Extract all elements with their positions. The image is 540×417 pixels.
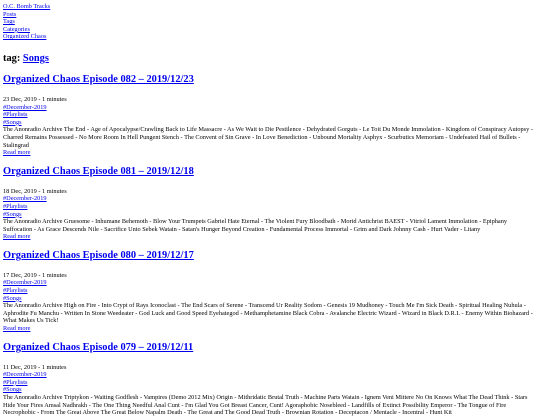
post-tag-link[interactable]: #Playlists <box>3 379 537 387</box>
post-summary: The Anonradio Archive High on Fire - Int… <box>3 302 533 325</box>
post-tag-link[interactable]: #December-2019 <box>3 104 537 112</box>
post-tag-link[interactable]: #Songs <box>3 386 537 394</box>
post-tags: #December-2019 #Playlists #Songs <box>3 371 537 394</box>
nav-link-home[interactable]: O.C. Bomb Tracks <box>3 3 537 11</box>
page: O.C. Bomb Tracks Posts Tags Categories O… <box>0 0 540 417</box>
page-title-tag-link[interactable]: Songs <box>23 53 49 64</box>
post-meta: 11 Dec, 2019 - 1 minutes <box>3 363 67 371</box>
post-title-link[interactable]: Organized Chaos Episode 082 – 2019/12/23 <box>3 74 194 85</box>
post-meta: 17 Dec, 2019 - 1 minutes <box>3 271 67 279</box>
read-more-link[interactable]: Read more <box>3 325 537 333</box>
post-tag-link[interactable]: #Songs <box>3 211 537 219</box>
post-item: Organized Chaos Episode 081 – 2019/12/18… <box>3 166 537 241</box>
nav-link-organized-chaos[interactable]: Organized Chaos <box>3 33 537 41</box>
post-tag-link[interactable]: #December-2019 <box>3 279 537 287</box>
post-title-link[interactable]: Organized Chaos Episode 080 – 2019/12/17 <box>3 250 194 261</box>
read-more-link[interactable]: Read more <box>3 149 537 157</box>
post-item: Organized Chaos Episode 082 – 2019/12/23… <box>3 74 537 157</box>
post-meta: 23 Dec, 2019 - 1 minutes <box>3 95 67 103</box>
post-tag-link[interactable]: #Playlists <box>3 203 537 211</box>
post-tag-link[interactable]: #December-2019 <box>3 195 537 203</box>
post-title-link[interactable]: Organized Chaos Episode 079 – 2019/12/11 <box>3 342 193 353</box>
post-title: Organized Chaos Episode 079 – 2019/12/11 <box>3 342 537 354</box>
post-tag-link[interactable]: #Playlists <box>3 111 537 119</box>
post-summary: The Anonradio Archive Triptykon - Waitin… <box>3 394 528 417</box>
read-more-link[interactable]: Read more <box>3 233 537 241</box>
nav-link-posts[interactable]: Posts <box>3 11 537 19</box>
post-title: Organized Chaos Episode 080 – 2019/12/17 <box>3 250 537 262</box>
post-tag-link[interactable]: #Songs <box>3 295 537 303</box>
post-tags: #December-2019 #Playlists #Songs <box>3 104 537 127</box>
post-tag-link[interactable]: #Songs <box>3 119 537 127</box>
post-tag-link[interactable]: #Playlists <box>3 287 537 295</box>
post-summary: The Anonradio Archive The End - Age of A… <box>3 126 533 149</box>
post-tags: #December-2019 #Playlists #Songs <box>3 195 537 218</box>
page-title: tag: Songs <box>3 53 537 65</box>
post-item: Organized Chaos Episode 079 – 2019/12/11… <box>3 342 537 417</box>
post-item: Organized Chaos Episode 080 – 2019/12/17… <box>3 250 537 333</box>
post-tags: #December-2019 #Playlists #Songs <box>3 279 537 302</box>
post-title: Organized Chaos Episode 082 – 2019/12/23 <box>3 74 537 86</box>
page-title-prefix: tag: <box>3 52 23 64</box>
post-tag-link[interactable]: #December-2019 <box>3 371 537 379</box>
post-summary: The Anonradio Archive Gruesome - Inhuman… <box>3 218 508 233</box>
site-nav: O.C. Bomb Tracks Posts Tags Categories O… <box>3 3 537 41</box>
nav-link-tags[interactable]: Tags <box>3 18 537 26</box>
post-title: Organized Chaos Episode 081 – 2019/12/18 <box>3 166 537 178</box>
post-title-link[interactable]: Organized Chaos Episode 081 – 2019/12/18 <box>3 166 194 177</box>
nav-link-categories[interactable]: Categories <box>3 26 537 34</box>
post-meta: 18 Dec, 2019 - 1 minutes <box>3 187 67 195</box>
